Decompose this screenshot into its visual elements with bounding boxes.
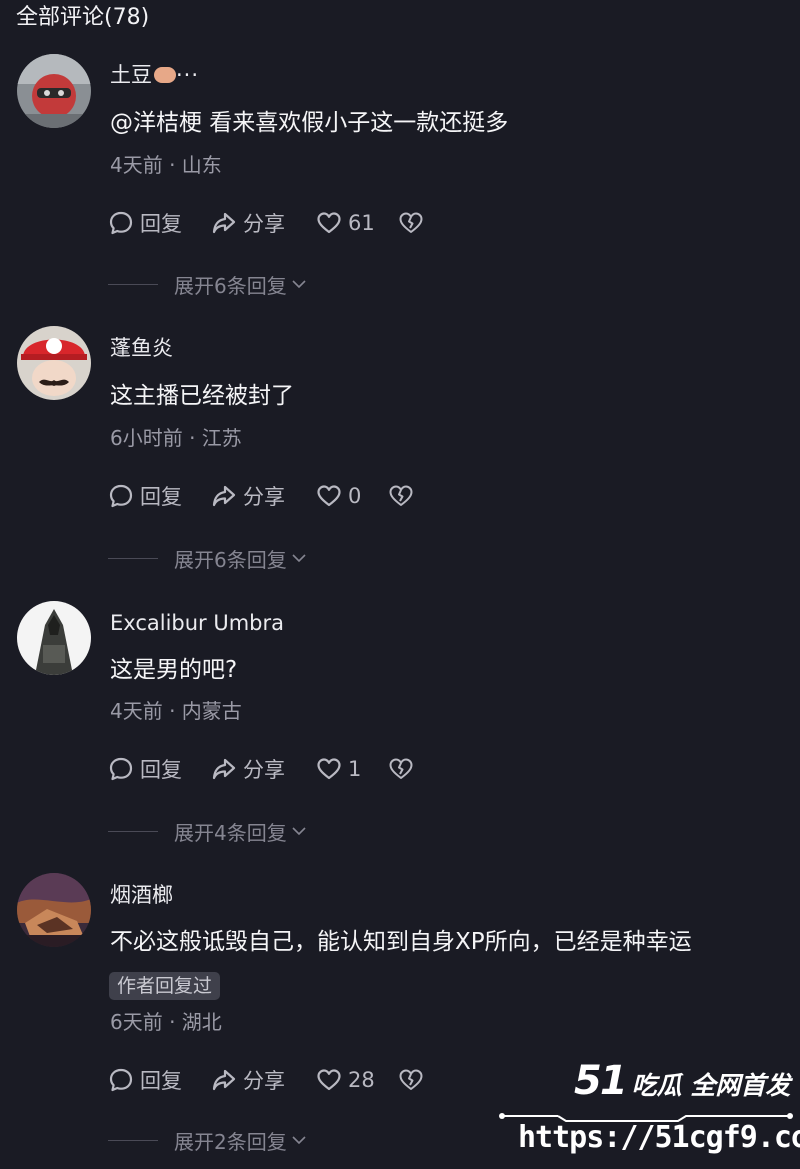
share-arrow-icon	[212, 1069, 236, 1091]
chevron-down-icon	[292, 1136, 306, 1145]
like-count: 28	[348, 1068, 375, 1092]
expand-replies[interactable]: 展开6条回复	[108, 271, 308, 298]
reply-label: 回复	[140, 485, 182, 509]
comment-text: @洋桔梗 看来喜欢假小子这一款还挺多	[110, 110, 509, 136]
expand-label: 展开6条回复	[174, 547, 287, 572]
broken-heart-icon	[399, 212, 423, 233]
broken-heart-icon	[389, 485, 413, 506]
comment-actions: 回复 分享 28	[108, 1065, 528, 1095]
share-label: 分享	[243, 758, 285, 782]
dislike-button[interactable]	[398, 1065, 424, 1095]
watermark: 51 吃瓜 全网首发 https://51cgf9.com	[498, 1058, 800, 1166]
expand-replies[interactable]: 展开4条回复	[108, 818, 308, 845]
share-button[interactable]: 分享	[211, 754, 285, 784]
expand-label: 展开6条回复	[174, 273, 287, 298]
share-button[interactable]: 分享	[211, 1065, 285, 1095]
comment-text: 不必这般诋毁自己，能认知到自身XP所向，已经是种幸运	[110, 929, 692, 955]
username[interactable]: 蓬鱼炎	[110, 334, 173, 362]
expand-label: 展开2条回复	[174, 1129, 287, 1154]
watermark-url: https://51cgf9.com	[518, 1120, 800, 1155]
dislike-button[interactable]	[388, 754, 414, 784]
share-arrow-icon	[212, 212, 236, 234]
avatar[interactable]	[17, 54, 91, 128]
avatar[interactable]	[17, 326, 91, 400]
broken-heart-icon	[399, 1069, 423, 1090]
chevron-down-icon	[292, 827, 306, 836]
expand-label: 展开4条回复	[174, 820, 287, 845]
divider	[108, 830, 158, 832]
divider	[108, 557, 158, 559]
username[interactable]: Excalibur Umbra	[110, 609, 284, 637]
emoji-icon	[154, 66, 176, 83]
share-button[interactable]: 分享	[211, 481, 285, 511]
comment-bubble-icon	[109, 1068, 133, 1092]
expand-replies[interactable]: 展开2条回复	[108, 1127, 308, 1154]
avatar[interactable]	[17, 873, 91, 947]
like-button[interactable]: 0	[316, 481, 361, 511]
reply-label: 回复	[140, 212, 182, 236]
reply-label: 回复	[140, 758, 182, 782]
avatar[interactable]	[17, 601, 91, 675]
like-count: 61	[348, 211, 375, 235]
author-replied-badge: 作者回复过	[109, 972, 221, 1000]
heart-icon	[317, 758, 341, 780]
like-count: 1	[348, 757, 362, 781]
heart-icon	[317, 485, 341, 507]
more-options[interactable]: ···	[176, 63, 199, 87]
dislike-button[interactable]	[398, 208, 424, 238]
username[interactable]: 土豆 ···	[110, 61, 199, 89]
heart-icon	[317, 1069, 341, 1091]
comment-meta: 4天前 · 内蒙古	[110, 699, 242, 723]
divider	[108, 1139, 158, 1141]
like-button[interactable]: 61	[316, 208, 375, 238]
reply-button[interactable]: 回复	[108, 481, 182, 511]
reply-label: 回复	[140, 1069, 182, 1093]
comment-actions: 回复 分享 61	[108, 208, 528, 238]
comment-actions: 回复 分享 0	[108, 481, 528, 511]
username[interactable]: 烟酒榔	[110, 881, 173, 909]
comment-bubble-icon	[109, 757, 133, 781]
comment-text: 这是男的吧?	[110, 657, 238, 683]
comment-meta: 4天前 · 山东	[110, 153, 222, 177]
reply-button[interactable]: 回复	[108, 208, 182, 238]
reply-button[interactable]: 回复	[108, 1065, 182, 1095]
divider	[108, 283, 158, 285]
reply-button[interactable]: 回复	[108, 754, 182, 784]
heart-icon	[317, 212, 341, 234]
like-count: 0	[348, 484, 362, 508]
comment-meta: 6天前 · 湖北	[110, 1010, 222, 1034]
comment-actions: 回复 分享 1	[108, 754, 528, 784]
dislike-button[interactable]	[388, 481, 414, 511]
share-arrow-icon	[212, 485, 236, 507]
watermark-logo: 51 吃瓜 全网首发	[574, 1058, 791, 1104]
share-arrow-icon	[212, 758, 236, 780]
comment-meta: 6小时前 · 江苏	[110, 426, 242, 450]
broken-heart-icon	[389, 758, 413, 779]
like-button[interactable]: 28	[316, 1065, 375, 1095]
chevron-down-icon	[292, 554, 306, 563]
share-label: 分享	[243, 485, 285, 509]
comments-header-title: 全部评论(78)	[16, 5, 150, 30]
comment-text: 这主播已经被封了	[110, 383, 294, 409]
expand-replies[interactable]: 展开6条回复	[108, 545, 308, 572]
comment-bubble-icon	[109, 484, 133, 508]
share-label: 分享	[243, 1069, 285, 1093]
share-button[interactable]: 分享	[211, 208, 285, 238]
share-label: 分享	[243, 212, 285, 236]
chevron-down-icon	[292, 280, 306, 289]
comment-bubble-icon	[109, 211, 133, 235]
like-button[interactable]: 1	[316, 754, 361, 784]
